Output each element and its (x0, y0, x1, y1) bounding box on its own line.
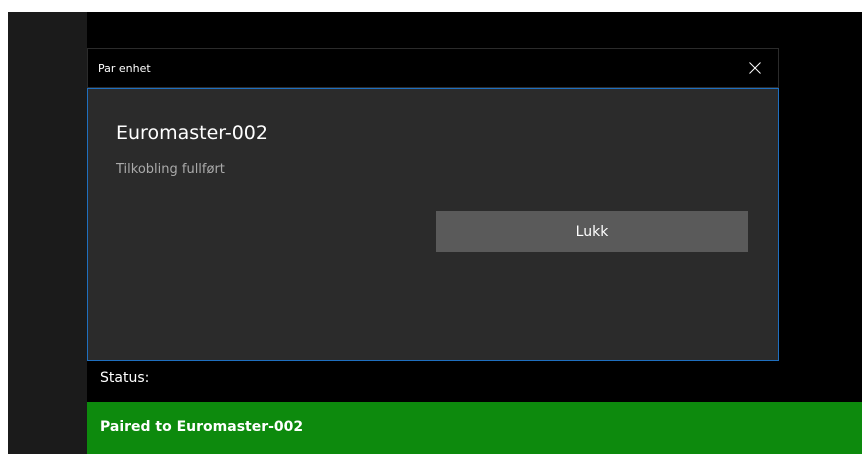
close-dialog-button[interactable]: Lukk (436, 211, 748, 252)
device-name: Euromaster-002 (116, 122, 268, 144)
dialog-title: Par enhet (98, 62, 151, 75)
connection-status: Tilkobling fullført (116, 162, 225, 177)
dialog-titlebar: Par enhet (87, 48, 779, 88)
app-window: Status: Paired to Euromaster-002 Par enh… (8, 12, 862, 454)
status-label: Status: (100, 370, 150, 386)
status-bar: Paired to Euromaster-002 (87, 402, 862, 454)
left-sidebar (8, 12, 87, 454)
dialog-body: Euromaster-002 Tilkobling fullført Lukk (87, 88, 779, 361)
close-button[interactable] (732, 49, 778, 87)
status-message: Paired to Euromaster-002 (100, 419, 304, 435)
close-icon (749, 62, 761, 74)
